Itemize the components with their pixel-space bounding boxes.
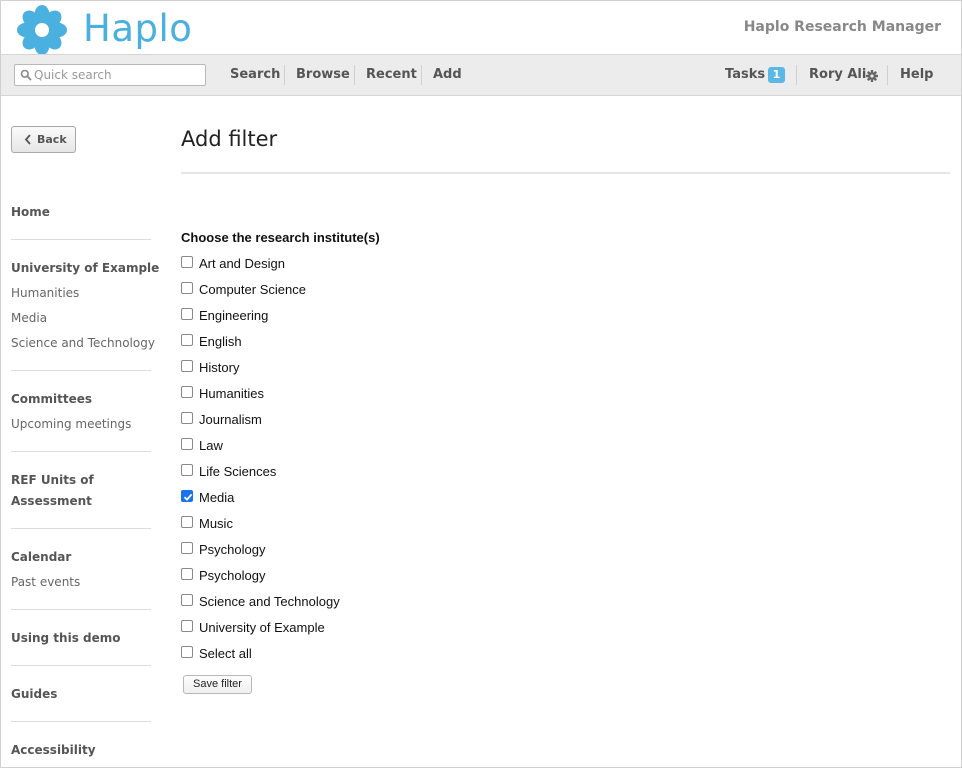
sidebar-item-science-technology[interactable]: Science and Technology (11, 336, 155, 350)
sidebar-item-guides[interactable]: Guides (11, 687, 57, 701)
sidebar-item-home[interactable]: Home (11, 205, 50, 219)
title-divider (181, 172, 950, 174)
nav-help[interactable]: Help (900, 67, 933, 82)
nav-separator (354, 65, 355, 85)
sidebar-item-accessibility[interactable]: Accessibility (11, 743, 96, 757)
sidebar-item-upcoming-meetings[interactable]: Upcoming meetings (11, 417, 131, 431)
tasks-count-badge[interactable]: 1 (768, 67, 785, 83)
checkbox-checked[interactable] (181, 490, 193, 502)
header: Haplo Haplo Research Manager (1, 1, 961, 55)
institute-option-label[interactable]: Computer Science (199, 282, 306, 297)
institute-option-label[interactable]: Select all (199, 646, 252, 661)
checkbox[interactable] (181, 360, 193, 372)
nav-separator (421, 65, 422, 85)
nav-search[interactable]: Search (230, 67, 280, 82)
checkbox[interactable] (181, 438, 193, 450)
sidebar-divider (11, 451, 151, 452)
sidebar-divider (11, 239, 151, 240)
institute-option-label[interactable]: Journalism (199, 412, 262, 427)
question-label: Choose the research institute(s) (181, 230, 380, 245)
sidebar-heading-ref-line2[interactable]: Assessment (11, 494, 92, 508)
institute-option-label[interactable]: University of Example (199, 620, 325, 635)
institute-option-label[interactable]: Law (199, 438, 223, 453)
sidebar-heading-ref-line1[interactable]: REF Units of (11, 473, 94, 487)
search-icon (20, 69, 32, 81)
sidebar-divider (11, 721, 151, 722)
checkbox[interactable] (181, 334, 193, 346)
checkbox[interactable] (181, 516, 193, 528)
user-menu[interactable]: Rory Ali (809, 67, 866, 82)
institute-option-label[interactable]: Art and Design (199, 256, 285, 271)
nav-separator (796, 65, 797, 85)
sidebar-divider (11, 665, 151, 666)
checkbox[interactable] (181, 646, 193, 658)
checkbox[interactable] (181, 542, 193, 554)
product-name: Haplo Research Manager (743, 19, 941, 35)
brand-name[interactable]: Haplo (83, 7, 192, 50)
nav-separator (887, 65, 888, 85)
nav-separator (284, 65, 285, 85)
sidebar-heading-university[interactable]: University of Example (11, 261, 159, 275)
institute-option-label[interactable]: Humanities (199, 386, 264, 401)
checkbox[interactable] (181, 594, 193, 606)
institute-option-label[interactable]: Engineering (199, 308, 268, 323)
save-filter-button[interactable]: Save filter (183, 675, 252, 694)
sidebar-divider (11, 370, 151, 371)
nav-browse[interactable]: Browse (296, 67, 350, 82)
sidebar-divider (11, 609, 151, 610)
checkbox[interactable] (181, 568, 193, 580)
checkbox[interactable] (181, 386, 193, 398)
gear-icon[interactable] (866, 70, 878, 82)
checkbox[interactable] (181, 620, 193, 632)
quick-search-box[interactable] (14, 64, 206, 86)
nav-recent[interactable]: Recent (366, 67, 417, 82)
institute-option-label[interactable]: Life Sciences (199, 464, 276, 479)
page-title: Add filter (181, 127, 278, 151)
chevron-left-icon (24, 134, 31, 145)
quick-search-input[interactable] (34, 67, 202, 83)
checkbox[interactable] (181, 308, 193, 320)
sidebar-item-using-demo[interactable]: Using this demo (11, 631, 121, 645)
checkbox[interactable] (181, 282, 193, 294)
institute-option-label[interactable]: Psychology (199, 542, 265, 557)
institute-option-label[interactable]: Media (199, 490, 234, 505)
window-frame (0, 0, 962, 768)
back-button-label: Back (37, 133, 67, 146)
institute-option-label[interactable]: History (199, 360, 239, 375)
sidebar-heading-committees[interactable]: Committees (11, 392, 92, 406)
institute-option-label[interactable]: Science and Technology (199, 594, 340, 609)
checkbox[interactable] (181, 464, 193, 476)
nav-tasks[interactable]: Tasks (725, 67, 765, 82)
sidebar-divider (11, 528, 151, 529)
checkbox[interactable] (181, 412, 193, 424)
sidebar-heading-calendar[interactable]: Calendar (11, 550, 71, 564)
toolbar: Search Browse Recent Add Tasks 1 Rory Al… (1, 54, 961, 96)
institute-option-label[interactable]: English (199, 334, 242, 349)
checkbox[interactable] (181, 256, 193, 268)
institute-option-label[interactable]: Psychology (199, 568, 265, 583)
institute-option-label[interactable]: Music (199, 516, 233, 531)
haplo-logo-icon (17, 5, 67, 55)
back-button[interactable]: Back (11, 126, 76, 153)
sidebar-item-past-events[interactable]: Past events (11, 575, 80, 589)
sidebar-item-media[interactable]: Media (11, 311, 47, 325)
sidebar-item-humanities[interactable]: Humanities (11, 286, 79, 300)
nav-add[interactable]: Add (433, 67, 462, 82)
